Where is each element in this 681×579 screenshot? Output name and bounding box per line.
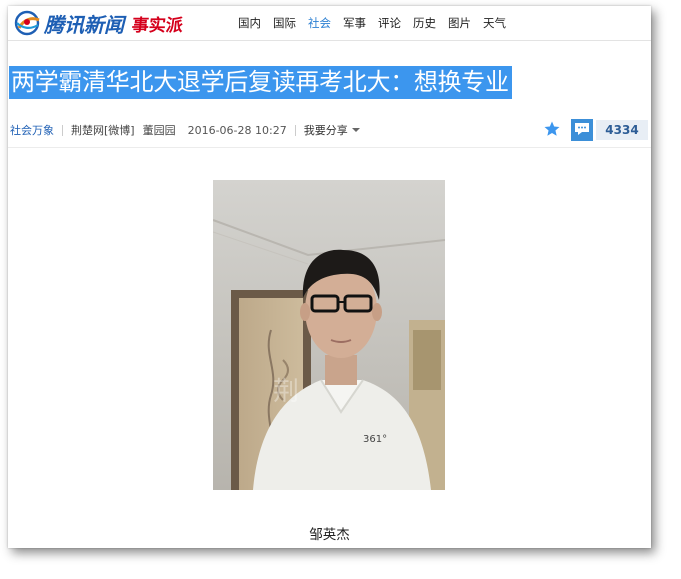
meta-divider bbox=[294, 124, 296, 136]
nav-item-guoji[interactable]: 国际 bbox=[273, 15, 296, 31]
shishipai-logo[interactable]: 事实派 bbox=[131, 11, 185, 36]
header-divider bbox=[8, 40, 651, 41]
share-label: 我要分享 bbox=[303, 124, 348, 137]
article-title: 两学霸清华北大退学后复读再考北大：想换专业 bbox=[9, 66, 512, 99]
share-button[interactable]: 我要分享 bbox=[304, 122, 360, 138]
nav-item-tupian[interactable]: 图片 bbox=[448, 15, 471, 31]
article-page: 腾讯新闻 事实派 国内 国际 社会 军事 评论 历史 图片 天气 两学霸清华北大… bbox=[8, 6, 651, 548]
source-link[interactable]: 荆楚网[微博] bbox=[71, 122, 135, 138]
caret-down-icon bbox=[351, 128, 360, 132]
nav-item-lishi[interactable]: 历史 bbox=[413, 15, 436, 31]
tencent-news-logo[interactable]: 腾讯新闻 事实派 bbox=[14, 8, 185, 38]
article-meta: 社会万象 荆楚网[微博] 董园园 2016-06-28 10:27 我要分享 bbox=[10, 122, 360, 138]
article-photo: 361° 荆 bbox=[213, 180, 445, 490]
nav-item-junshi[interactable]: 军事 bbox=[343, 15, 366, 31]
nav-item-tianqi[interactable]: 天气 bbox=[483, 15, 506, 31]
channel-nav: 国内 国际 社会 军事 评论 历史 图片 天气 bbox=[238, 15, 518, 31]
comment-icon bbox=[574, 121, 590, 140]
meta-divider bbox=[62, 124, 63, 136]
photo-caption: 邹英杰 bbox=[309, 527, 350, 543]
publish-time: 2016-06-28 10:27 bbox=[187, 123, 287, 137]
tencent-logo-icon bbox=[14, 9, 42, 37]
category-link[interactable]: 社会万象 bbox=[10, 122, 54, 138]
svg-text:361°: 361° bbox=[363, 434, 387, 445]
nav-item-shehui[interactable]: 社会 bbox=[308, 15, 331, 31]
logo-text: 腾讯新闻 bbox=[44, 12, 124, 37]
top-bar: 腾讯新闻 事实派 国内 国际 社会 军事 评论 历史 图片 天气 bbox=[8, 6, 651, 40]
author-name: 董园园 bbox=[142, 124, 176, 137]
meta-divider-line bbox=[8, 147, 651, 148]
nav-item-pinglun[interactable]: 评论 bbox=[378, 15, 401, 31]
star-icon[interactable] bbox=[543, 120, 561, 142]
nav-item-guonei[interactable]: 国内 bbox=[238, 15, 261, 31]
comment-count[interactable]: 4334 bbox=[596, 120, 648, 140]
comment-button[interactable] bbox=[571, 119, 593, 141]
svg-text:荆: 荆 bbox=[273, 377, 299, 407]
